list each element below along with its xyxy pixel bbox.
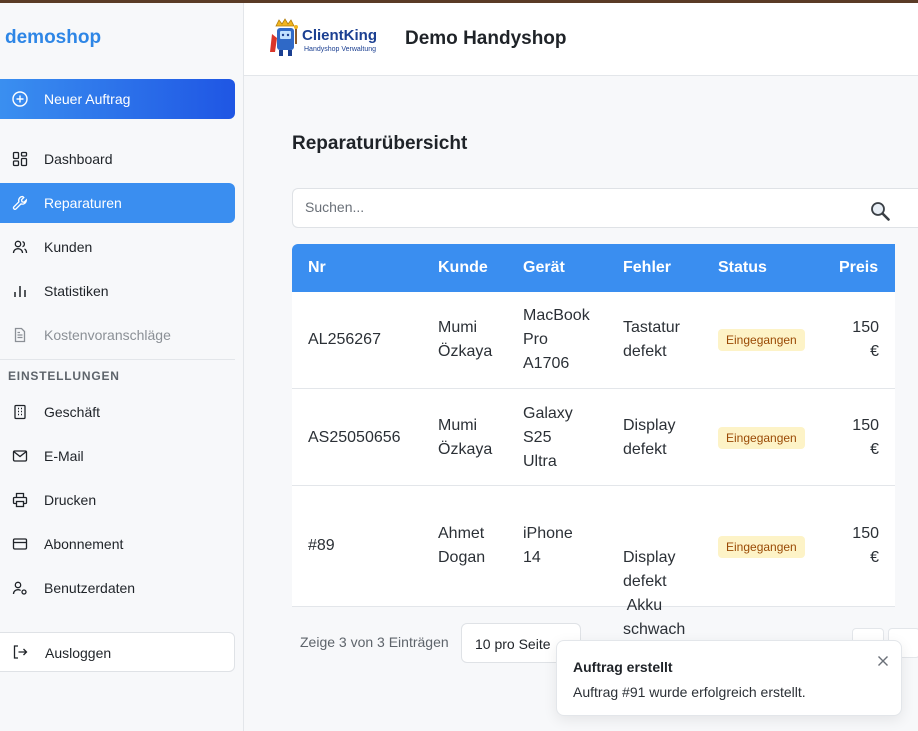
sidebar-item-label: Kunden	[44, 239, 93, 255]
sidebar: demoshop Neuer Auftrag Dashboard Reparat…	[0, 3, 244, 731]
cell-preis: 150 €	[852, 525, 879, 566]
cell-kunde: Ahmet Dogan	[438, 525, 486, 566]
new-order-button[interactable]: Neuer Auftrag	[0, 79, 235, 119]
toast-notification: Auftrag erstellt Auftrag #91 wurde erfol…	[556, 640, 902, 716]
cell-kunde: Mumi Özkaya	[438, 319, 493, 360]
close-icon[interactable]	[875, 653, 891, 669]
cell-geraet: MacBook Pro A1706	[523, 307, 590, 372]
sidebar-item-label: E-Mail	[44, 448, 84, 464]
document-icon	[14, 327, 26, 343]
status-badge: Eingegangen	[718, 427, 805, 449]
status-badge: Eingegangen	[718, 329, 805, 351]
wrench-icon	[12, 195, 27, 210]
search-input[interactable]	[305, 199, 845, 215]
column-header-kunde[interactable]: Kunde	[438, 259, 488, 277]
dashboard-icon	[12, 151, 28, 167]
sidebar-item-email[interactable]: E-Mail	[0, 436, 235, 476]
logout-icon	[13, 645, 28, 659]
new-order-label: Neuer Auftrag	[44, 91, 131, 107]
sidebar-divider	[0, 359, 235, 360]
column-header-status[interactable]: Status	[718, 259, 767, 277]
entries-info: Zeige 3 von 3 Einträgen	[300, 634, 449, 650]
toast-title: Auftrag erstellt	[573, 659, 673, 675]
cell-fehler: Tastatur defekt	[623, 319, 680, 360]
sidebar-item-kunden[interactable]: Kunden	[0, 227, 235, 267]
sidebar-item-label: Benutzerdaten	[44, 580, 136, 596]
cell-nr: #89	[308, 537, 335, 554]
table-header: Nr Kunde Gerät Fehler Status Preis	[292, 244, 895, 292]
cell-preis: 150 €	[852, 417, 879, 458]
brand-logo[interactable]: demoshop	[5, 27, 101, 49]
per-page-value: 10 pro Seite	[475, 636, 551, 652]
cell-kunde: Mumi Özkaya	[438, 417, 493, 458]
mail-icon	[12, 450, 28, 462]
bar-chart-icon	[14, 286, 26, 297]
cell-geraet: iPhone 14	[523, 525, 573, 566]
sidebar-item-label: Drucken	[44, 492, 97, 508]
plus-circle-icon	[12, 91, 28, 107]
user-settings-icon	[12, 581, 27, 595]
credit-card-icon	[12, 538, 28, 550]
logo-subtitle: Handyshop Verwaltung	[304, 46, 376, 53]
building-icon	[14, 404, 26, 420]
sidebar-item-statistiken[interactable]: Statistiken	[0, 271, 235, 311]
cell-geraet: Galaxy S25 Ultra	[523, 405, 573, 470]
king-mascot-icon	[270, 18, 298, 56]
sidebar-item-kostenvoranschlaege[interactable]: Kostenvoranschläge	[0, 315, 235, 355]
page-title: Reparaturübersicht	[292, 133, 468, 154]
shop-title: Demo Handyshop	[405, 28, 567, 49]
cell-nr: AS25050656	[308, 429, 401, 446]
sidebar-item-label: Statistiken	[44, 283, 109, 299]
top-header: ClientKing Handyshop Verwaltung Demo Han…	[244, 3, 918, 76]
sidebar-item-label: Dashboard	[44, 151, 113, 167]
column-header-geraet[interactable]: Gerät	[523, 259, 565, 277]
table-row[interactable]: AL256267 Mumi Özkaya MacBook Pro A1706 Tast…	[292, 292, 895, 389]
column-header-preis[interactable]: Preis	[839, 259, 878, 277]
settings-section-label: EINSTELLUNGEN	[8, 369, 120, 383]
column-header-fehler[interactable]: Fehler	[623, 259, 671, 277]
table-row[interactable]: #89 Ahmet Dogan iPhone 14 Display defekt Ak…	[292, 486, 895, 638]
cell-fehler: Display defekt	[623, 417, 676, 458]
toast-message: Auftrag #91 wurde erfolgreich erstellt.	[573, 684, 806, 700]
users-icon	[12, 240, 28, 254]
sidebar-item-label: Abonnement	[44, 536, 124, 552]
printer-icon	[12, 492, 28, 508]
sidebar-item-reparaturen[interactable]: Reparaturen	[0, 183, 235, 223]
sidebar-item-drucken[interactable]: Drucken	[0, 480, 235, 520]
search-icon[interactable]	[869, 200, 891, 222]
logout-button[interactable]: Ausloggen	[0, 632, 235, 672]
sidebar-item-benutzerdaten[interactable]: Benutzerdaten	[0, 568, 235, 608]
search-bar	[292, 188, 918, 228]
logout-label: Ausloggen	[45, 645, 112, 661]
cell-nr: AL256267	[308, 331, 381, 348]
column-header-nr[interactable]: Nr	[308, 259, 326, 277]
status-badge: Eingegangen	[718, 536, 805, 558]
sidebar-item-label: Reparaturen	[44, 195, 122, 211]
sidebar-item-dashboard[interactable]: Dashboard	[0, 139, 235, 179]
sidebar-item-label: Kostenvoranschläge	[44, 327, 171, 343]
repairs-table: Nr Kunde Gerät Fehler Status Preis AL256…	[292, 244, 918, 638]
cell-preis: 150 €	[852, 319, 879, 360]
table-row[interactable]: AS25050656 Mumi Özkaya Galaxy S25 Ultra Dis…	[292, 389, 895, 486]
sidebar-item-label: Geschäft	[44, 404, 101, 420]
logo-text: ClientKing	[302, 27, 377, 44]
sidebar-item-geschaeft[interactable]: Geschäft	[0, 392, 235, 432]
sidebar-item-abonnement[interactable]: Abonnement	[0, 524, 235, 564]
